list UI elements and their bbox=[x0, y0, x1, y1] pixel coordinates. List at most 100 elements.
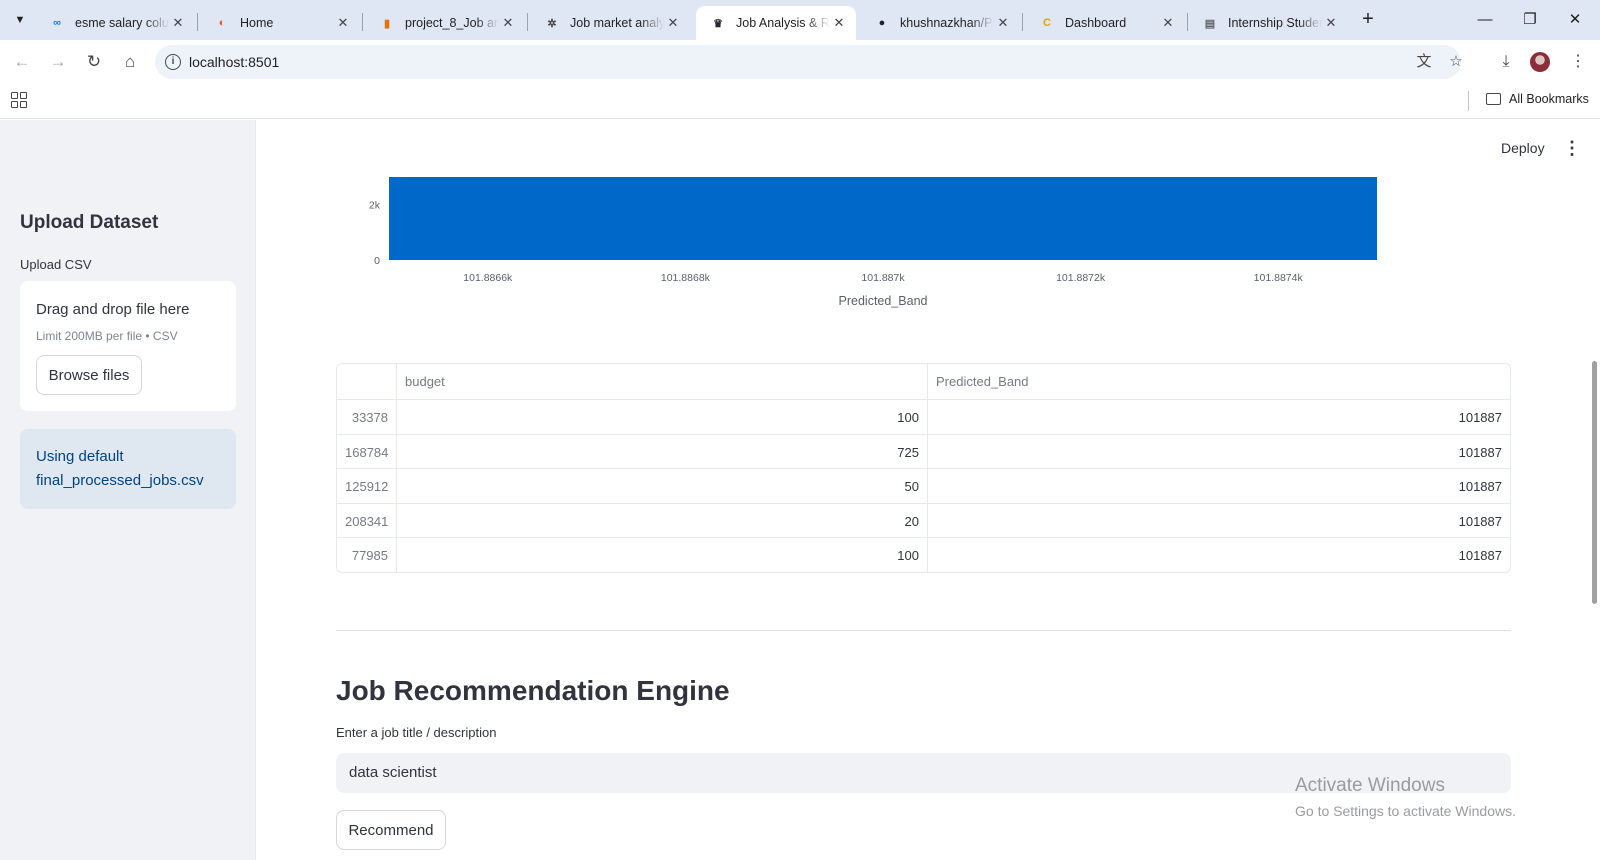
bookmark-star-icon[interactable]: ☆ bbox=[1445, 51, 1467, 73]
row-index: 33378 bbox=[351, 410, 388, 425]
close-tab-icon[interactable]: ✕ bbox=[334, 15, 352, 31]
table-row[interactable]: 77985 100 101887 bbox=[337, 537, 1510, 572]
tab-search-chevron-icon[interactable]: ▼ bbox=[7, 7, 33, 33]
info-alert: Using default final_processed_jobs.csv bbox=[20, 429, 236, 509]
deploy-button[interactable]: Deploy bbox=[1501, 140, 1545, 156]
browser-tab-strip: ▼ ∞ esme salary colum ✕ ◐ Home ✕ ▮ project_8_Jo… bbox=[0, 0, 1600, 40]
translate-icon[interactable]: 文 bbox=[1413, 51, 1435, 73]
predicted-band-cell: 101887 bbox=[927, 434, 1510, 470]
forward-icon[interactable]: → bbox=[45, 49, 71, 75]
row-index: 208341 bbox=[345, 513, 389, 529]
document-icon: ▤ bbox=[1204, 17, 1216, 30]
x-tick-label: 101.8868k bbox=[661, 272, 711, 284]
minimize-icon[interactable]: — bbox=[1470, 8, 1500, 32]
book-icon: ▮ bbox=[383, 17, 391, 30]
table-row[interactable]: 33378 100 101887 bbox=[337, 399, 1510, 435]
tab-title: Dashboard bbox=[1065, 16, 1127, 30]
meta-logo-icon: ∞ bbox=[53, 17, 61, 29]
upload-label: Upload CSV bbox=[20, 257, 92, 272]
back-icon[interactable]: ← bbox=[9, 49, 35, 75]
dashboard-icon: C bbox=[1043, 17, 1051, 29]
predicted-band-cell: 101887 bbox=[927, 503, 1510, 539]
browser-tab[interactable]: ▤ Internship Studen ✕ bbox=[1188, 6, 1348, 40]
tab-title: Job Analysis & Rec bbox=[736, 16, 830, 30]
x-tick-label: 101.8874k bbox=[1254, 272, 1304, 284]
home-app-icon: ◐ bbox=[218, 17, 226, 29]
info-alert-text: Using default final_processed_jobs.csv bbox=[36, 448, 204, 489]
app-sidebar: Upload Dataset Upload CSV Drag and drop … bbox=[0, 120, 256, 860]
streamlit-icon: ♛ bbox=[713, 17, 723, 30]
reload-icon[interactable]: ↻ bbox=[81, 49, 107, 75]
tab-separator bbox=[527, 13, 528, 31]
openai-icon: ✲ bbox=[547, 17, 557, 30]
file-dropzone[interactable]: Drag and drop file here Limit 200MB per … bbox=[20, 281, 236, 411]
index-header bbox=[337, 364, 396, 399]
budget-cell: 100 bbox=[396, 538, 927, 572]
close-tab-icon[interactable]: ✕ bbox=[499, 15, 517, 31]
x-tick-label: 101.8872k bbox=[1056, 272, 1106, 284]
main-menu-icon[interactable]: ⋮ bbox=[1563, 138, 1581, 158]
profile-avatar[interactable] bbox=[1530, 52, 1550, 72]
github-icon: ● bbox=[878, 17, 886, 29]
watermark-subtitle: Go to Settings to activate Windows. bbox=[1295, 803, 1516, 819]
download-icon[interactable]: ⤓ bbox=[1494, 50, 1518, 74]
address-bar[interactable]: i localhost:8501 文 ☆ bbox=[155, 45, 1463, 79]
restore-icon[interactable]: ❐ bbox=[1515, 8, 1545, 32]
job-input-label: Enter a job title / description bbox=[336, 725, 497, 740]
table-row[interactable]: 125912 50 101887 bbox=[337, 468, 1510, 504]
close-tab-icon[interactable]: ✕ bbox=[830, 15, 848, 31]
scrollbar-thumb[interactable] bbox=[1592, 361, 1597, 604]
url-text[interactable]: localhost:8501 bbox=[189, 54, 279, 70]
x-axis-label: Predicted_Band bbox=[839, 294, 928, 308]
tab-title: project_8_Job anal bbox=[405, 16, 499, 30]
chart-bar[interactable] bbox=[389, 177, 1377, 260]
budget-cell: 100 bbox=[396, 400, 927, 435]
site-info-icon[interactable]: i bbox=[165, 54, 181, 70]
table-row[interactable]: 208341 20 101887 bbox=[337, 502, 1510, 539]
close-tab-icon[interactable]: ✕ bbox=[664, 15, 682, 31]
apps-grid-icon[interactable] bbox=[11, 92, 27, 108]
close-tab-icon[interactable]: ✕ bbox=[1159, 15, 1177, 31]
browser-tab[interactable]: ♛ Job Analysis & Rec✕ bbox=[696, 6, 856, 40]
bookmarks-divider bbox=[1468, 91, 1469, 111]
section-divider bbox=[336, 630, 1511, 631]
browser-tab[interactable]: ∞ esme salary colum ✕ bbox=[35, 6, 195, 40]
browser-toolbar: ← → ↻ ⌂ i localhost:8501 文 ☆ ⤓ ⋮ bbox=[0, 40, 1600, 83]
budget-cell: 20 bbox=[396, 503, 927, 539]
predicted-band-cell: 101887 bbox=[927, 538, 1510, 572]
recommend-button[interactable]: Recommend bbox=[336, 810, 446, 850]
browser-tab[interactable]: C Dashboard ✕ bbox=[1025, 6, 1185, 40]
tab-separator bbox=[362, 13, 363, 31]
tab-separator bbox=[197, 13, 198, 31]
bar-chart: 0 2k 101.8866k 101.8868k 101.887k 101.8872k 10… bbox=[369, 177, 1377, 308]
browser-tab[interactable]: ◐ Home ✕ bbox=[200, 6, 360, 40]
close-tab-icon[interactable]: ✕ bbox=[1322, 15, 1340, 31]
browser-menu-icon[interactable]: ⋮ bbox=[1566, 50, 1590, 74]
close-window-icon[interactable]: ✕ bbox=[1560, 8, 1590, 32]
browser-tab[interactable]: ▮ project_8_Job anal✕ bbox=[365, 6, 525, 40]
close-tab-icon[interactable]: ✕ bbox=[169, 15, 187, 31]
browser-tab[interactable]: ✲ Job market analysi ✕ bbox=[530, 6, 690, 40]
home-icon[interactable]: ⌂ bbox=[117, 49, 143, 75]
bookmarks-bar: All Bookmarks bbox=[0, 83, 1600, 119]
table-header: budget Predicted_Band bbox=[337, 364, 1510, 399]
section-heading: Job Recommendation Engine bbox=[336, 675, 730, 706]
all-bookmarks-label: All Bookmarks bbox=[1509, 92, 1589, 106]
predicted-band-cell: 101887 bbox=[927, 469, 1510, 504]
browse-files-button[interactable]: Browse files bbox=[36, 355, 142, 395]
column-header: budget bbox=[396, 364, 927, 399]
budget-cell: 50 bbox=[396, 469, 927, 504]
data-table[interactable]: budget Predicted_Band 33378 100 101887 168784… bbox=[336, 363, 1511, 573]
sidebar-title: Upload Dataset bbox=[20, 212, 159, 233]
tab-title: esme salary colum bbox=[75, 16, 169, 30]
x-tick-label: 101.887k bbox=[861, 272, 905, 284]
y-tick-label: 0 bbox=[374, 255, 380, 267]
new-tab-button[interactable]: + bbox=[1356, 8, 1380, 32]
table-row[interactable]: 168784 725 101887 bbox=[337, 433, 1510, 470]
all-bookmarks-button[interactable]: All Bookmarks bbox=[1486, 92, 1589, 106]
tab-title: Job market analysi bbox=[570, 16, 664, 30]
row-index: 125912 bbox=[345, 479, 389, 494]
browser-tab[interactable]: ● khushnazkhan/Pro ✕ bbox=[860, 6, 1020, 40]
close-tab-icon[interactable]: ✕ bbox=[994, 15, 1012, 31]
folder-icon bbox=[1486, 93, 1501, 105]
